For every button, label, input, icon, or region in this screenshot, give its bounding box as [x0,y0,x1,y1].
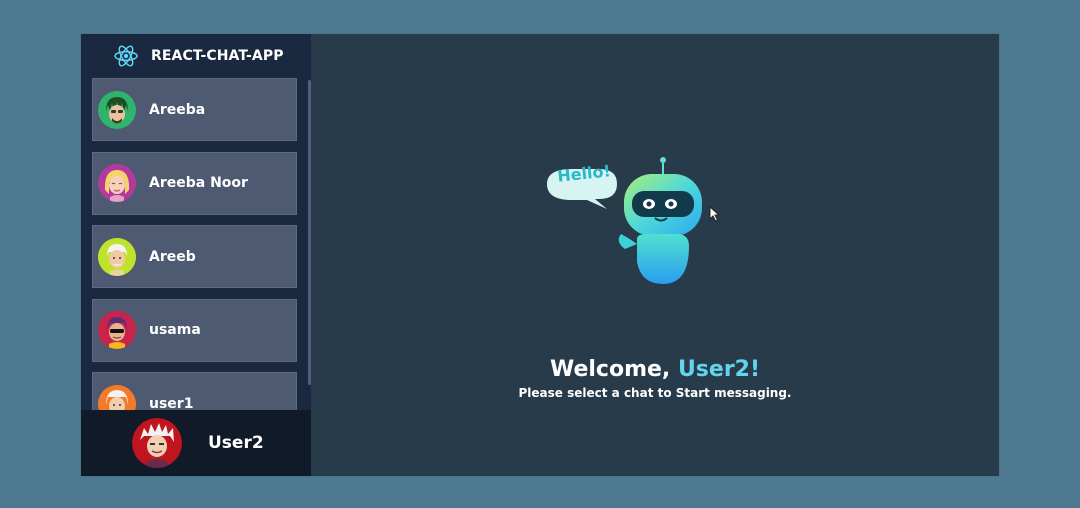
contact-list[interactable]: Areeba Areeba Noor Areeb usama user1 [81,78,311,410]
contact-item-user1[interactable]: user1 [92,372,297,410]
avatar [98,164,136,202]
contact-item-areeba-noor[interactable]: Areeba Noor [92,151,297,215]
current-user-panel: User2 [81,410,311,476]
welcome-prefix: Welcome, [549,357,678,382]
chat-main-area: Hello! Welcome, User2! Please select a c… [311,34,999,476]
welcome-heading: Welcome, User2! [311,356,999,384]
contact-name: Areeba Noor [149,175,248,191]
app-header: REACT-CHAT-APP [81,34,311,78]
avatar [98,384,136,410]
contact-item-usama[interactable]: usama [92,298,297,362]
welcome-username: User2! [677,357,761,382]
chat-app-window: REACT-CHAT-APP Areeba Areeba Noor Areeb … [81,34,999,476]
avatar [98,237,136,276]
contact-name: Areeb [149,248,196,265]
contact-name: Areeba [149,101,206,118]
contact-name: user1 [149,395,194,411]
contact-name: usama [149,322,201,338]
contact-item-areeba[interactable]: Areeba [92,78,297,141]
react-logo-icon [113,43,139,69]
welcome-subtitle: Please select a chat to Start messaging. [518,386,792,400]
avatar [98,311,136,349]
hello-robot-illustration: Hello! [537,154,707,289]
app-title: REACT-CHAT-APP [151,48,284,64]
current-user-name: User2 [208,433,264,453]
contact-item-areeb[interactable]: Areeb [92,225,297,288]
mouse-pointer-icon [709,205,721,222]
sidebar: REACT-CHAT-APP Areeba Areeba Noor Areeb … [81,34,311,476]
avatar [98,90,136,129]
current-user-avatar[interactable] [132,418,182,468]
